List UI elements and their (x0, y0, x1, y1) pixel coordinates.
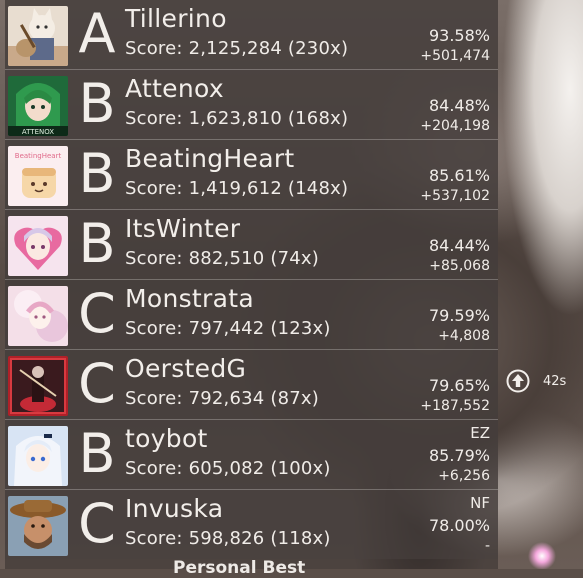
player-avatar (8, 286, 68, 346)
grade-badge: C (78, 492, 116, 555)
player-score: Score: 1,419,612 (148x) (125, 178, 349, 199)
accuracy: 84.48% (428, 96, 490, 115)
player-score: Score: 797,442 (123x) (125, 318, 331, 339)
score-gap: +537,102 (420, 188, 490, 204)
player-score: Score: 2,125,284 (230x) (125, 38, 349, 59)
leaderboard-entry[interactable]: C Monstrata Score: 797,442 (123x) 79.59%… (5, 280, 498, 350)
player-score: Score: 882,510 (74x) (125, 248, 319, 269)
score-gap: +4,808 (438, 328, 490, 344)
player-avatar (8, 6, 68, 66)
accuracy: 85.79% (428, 446, 490, 465)
avatar-caption: ATTENOX (22, 128, 54, 136)
score-gap: +85,068 (429, 258, 490, 274)
grade-badge: B (78, 72, 116, 135)
leaderboard-panel: A Tillerino Score: 2,125,284 (230x) 93.5… (5, 0, 498, 578)
accuracy: 79.59% (428, 306, 490, 325)
leaderboard-entry[interactable]: ATTENOX B Attenox Score: 1,623,810 (168x… (5, 70, 498, 140)
grade-badge: C (78, 282, 116, 345)
leaderboard-entry[interactable]: C Invuska Score: 598,826 (118x) NF 78.00… (5, 490, 498, 559)
score-gap: - (484, 538, 490, 554)
player-name: Attenox (125, 74, 224, 103)
grade-badge: B (78, 212, 116, 275)
player-score: Score: 605,082 (100x) (125, 458, 331, 479)
player-name: Monstrata (125, 284, 254, 313)
personal-best-label[interactable]: Personal Best (173, 558, 305, 578)
accuracy: 93.58% (428, 26, 490, 45)
player-score: Score: 598,826 (118x) (125, 528, 331, 549)
grade-badge: B (78, 142, 116, 205)
player-avatar (8, 426, 68, 486)
grade-badge: B (78, 422, 116, 485)
score-gap: +187,552 (420, 398, 490, 414)
rank-change-value: 42s (543, 374, 567, 389)
player-score: Score: 792,634 (87x) (125, 388, 319, 409)
up-arrow-icon (506, 369, 530, 393)
avatar-caption: BeatingHeart (15, 152, 62, 160)
player-avatar (8, 356, 68, 416)
leaderboard-entry[interactable]: B toybot Score: 605,082 (100x) EZ 85.79%… (5, 420, 498, 490)
mods-label: NF (470, 494, 490, 512)
player-name: Invuska (125, 494, 224, 523)
player-score: Score: 1,623,810 (168x) (125, 108, 349, 129)
leaderboard-entry[interactable]: BeatingHeart B BeatingHeart Score: 1,419… (5, 140, 498, 210)
grade-badge: A (78, 2, 116, 65)
score-gap: +204,198 (420, 118, 490, 134)
accuracy: 78.00% (428, 516, 490, 535)
player-name: ItsWinter (125, 214, 241, 243)
rank-change-indicator: 42s (506, 369, 576, 395)
leaderboard-entry[interactable]: C OerstedG Score: 792,634 (87x) 79.65% +… (5, 350, 498, 420)
accuracy: 84.44% (428, 236, 490, 255)
accuracy: 79.65% (428, 376, 490, 395)
grade-badge: C (78, 352, 116, 415)
player-name: OerstedG (125, 354, 247, 383)
score-gap: +6,256 (438, 468, 490, 484)
player-name: BeatingHeart (125, 144, 295, 173)
player-avatar: BeatingHeart (8, 146, 68, 206)
accuracy: 85.61% (428, 166, 490, 185)
leaderboard-entry[interactable]: B ItsWinter Score: 882,510 (74x) 84.44% … (5, 210, 498, 280)
mods-label: EZ (470, 424, 490, 442)
player-name: toybot (125, 424, 208, 453)
player-avatar (8, 216, 68, 276)
score-gap: +501,474 (420, 48, 490, 64)
leaderboard-entry[interactable]: A Tillerino Score: 2,125,284 (230x) 93.5… (5, 0, 498, 70)
player-avatar (8, 496, 68, 556)
player-name: Tillerino (125, 4, 227, 33)
player-avatar: ATTENOX (8, 76, 68, 136)
